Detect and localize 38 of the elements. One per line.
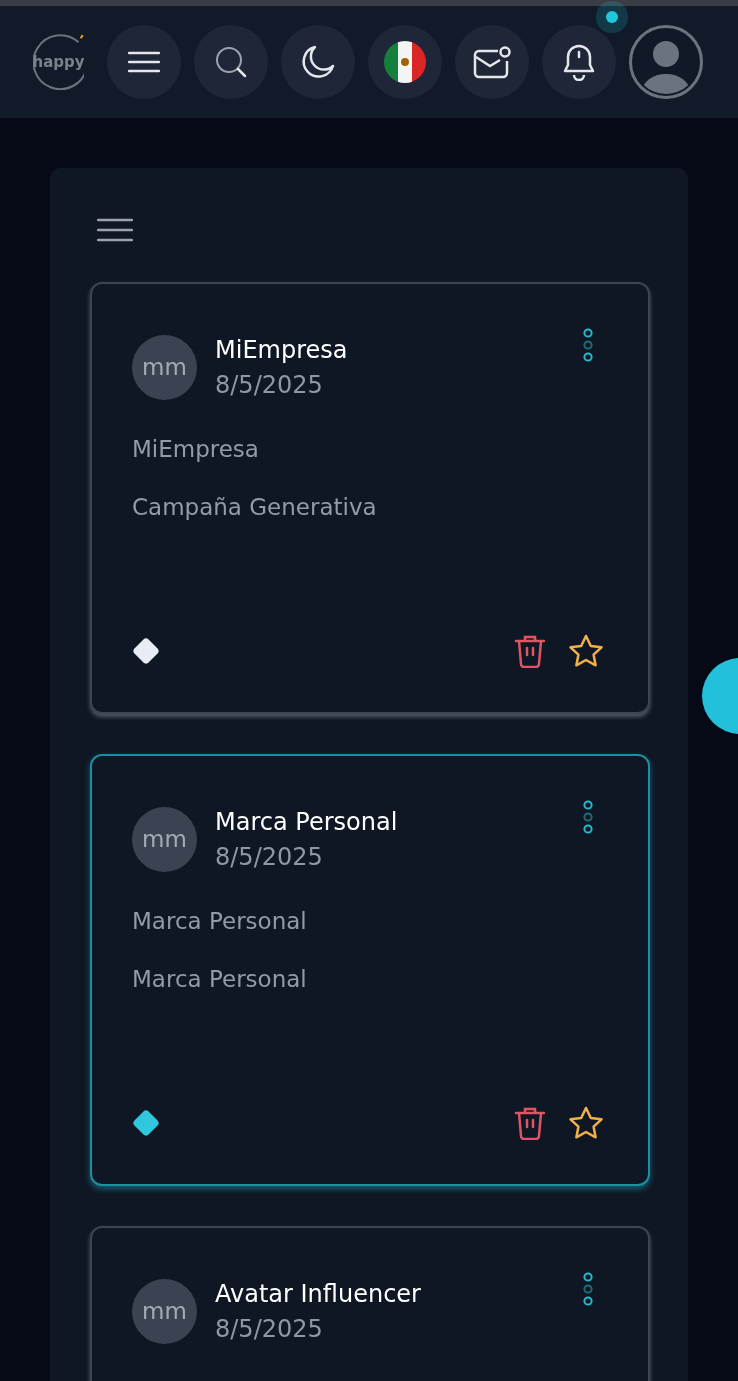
card-title: Marca Personal bbox=[215, 807, 398, 838]
bell-icon bbox=[562, 43, 596, 81]
delete-button[interactable] bbox=[514, 634, 546, 668]
more-icon bbox=[582, 328, 594, 362]
favorite-button[interactable] bbox=[568, 634, 604, 668]
card-title: MiEmpresa bbox=[215, 335, 348, 366]
card-title: Avatar Influencer bbox=[215, 1279, 421, 1310]
card-text: Marca Personal bbox=[132, 907, 307, 936]
avatar-initials: mm bbox=[132, 1278, 197, 1344]
search-icon bbox=[214, 45, 248, 79]
more-options-button[interactable] bbox=[582, 800, 594, 834]
delete-button[interactable] bbox=[514, 1106, 546, 1140]
trash-icon bbox=[514, 1106, 546, 1140]
project-card[interactable]: mm Marca Personal 8/5/2025 Marca Personal Marca Personal bbox=[90, 754, 650, 1186]
card-date: 8/5/2025 bbox=[215, 1314, 323, 1345]
more-options-button[interactable] bbox=[582, 328, 594, 362]
card-date: 8/5/2025 bbox=[215, 370, 323, 401]
more-icon bbox=[582, 800, 594, 834]
mail-icon bbox=[472, 45, 512, 79]
star-icon bbox=[568, 1106, 604, 1140]
avatar-initials: mm bbox=[132, 334, 197, 400]
menu-button[interactable] bbox=[97, 218, 133, 242]
trash-icon bbox=[514, 634, 546, 668]
project-card[interactable]: mm Avatar Influencer 8/5/2025 bbox=[90, 1226, 650, 1381]
moon-icon bbox=[300, 44, 336, 80]
star-icon bbox=[568, 634, 604, 668]
menu-icon bbox=[128, 51, 160, 73]
card-text: MiEmpresa bbox=[132, 435, 259, 464]
flag-icon bbox=[384, 41, 426, 83]
more-icon bbox=[582, 1272, 594, 1306]
avatar-initials: mm bbox=[132, 806, 197, 872]
project-card[interactable]: mm MiEmpresa 8/5/2025 MiEmpresa Campaña Generativa bbox=[90, 282, 650, 714]
favorite-button[interactable] bbox=[568, 1106, 604, 1140]
more-options-button[interactable] bbox=[582, 1272, 594, 1306]
menu-icon bbox=[97, 218, 133, 242]
card-text: Campaña Generativa bbox=[132, 493, 377, 522]
card-text: Marca Personal bbox=[132, 965, 307, 994]
card-date: 8/5/2025 bbox=[215, 842, 323, 873]
